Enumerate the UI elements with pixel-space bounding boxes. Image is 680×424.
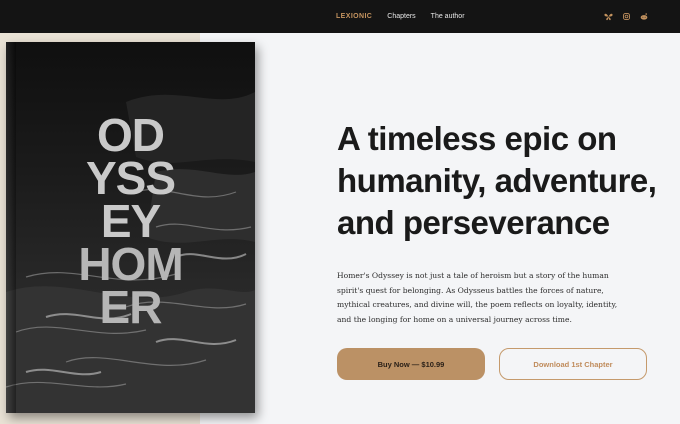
- brand-logo[interactable]: LEXIONIC: [336, 13, 372, 20]
- hero-description: Homer's Odyssey is not just a tale of he…: [337, 269, 647, 327]
- cover-title-line: EY: [100, 195, 161, 247]
- cover-title-line: OD: [97, 109, 165, 161]
- book-cover: OD YSS EY HOM ER: [6, 42, 255, 413]
- cover-author-line: HOM: [78, 238, 183, 290]
- nav-link-chapters[interactable]: Chapters: [387, 13, 415, 20]
- social-links: [604, 0, 648, 33]
- description-line: Homer's Odyssey is not just a tale of he…: [337, 271, 609, 280]
- butterfly-icon[interactable]: [604, 13, 613, 21]
- cover-author-line: ER: [99, 281, 163, 333]
- download-chapter-button[interactable]: Download 1st Chapter: [499, 348, 647, 380]
- headline-line: humanity, adventure,: [337, 162, 657, 199]
- buy-now-button[interactable]: Buy Now — $10.99: [337, 348, 485, 380]
- instagram-icon[interactable]: [623, 13, 630, 20]
- description-line: mythical creatures, and divine will, the…: [337, 300, 618, 310]
- main-nav: LEXIONIC Chapters The author: [336, 0, 465, 33]
- cover-title-line: YSS: [85, 152, 176, 204]
- top-navbar: LEXIONIC Chapters The author: [0, 0, 680, 33]
- headline-line: A timeless epic on: [337, 120, 617, 157]
- cover-title: OD YSS EY HOM ER: [6, 109, 255, 333]
- description-line: spirit's quest for belonging. As Odysseu…: [337, 285, 604, 295]
- description-line: and the longing for home on a universal …: [337, 314, 572, 324]
- headline-line: and perseverance: [337, 204, 610, 241]
- hero-headline: A timeless epic on humanity, adventure, …: [337, 118, 667, 244]
- reddit-icon[interactable]: [640, 13, 648, 20]
- nav-link-the-author[interactable]: The author: [431, 13, 465, 20]
